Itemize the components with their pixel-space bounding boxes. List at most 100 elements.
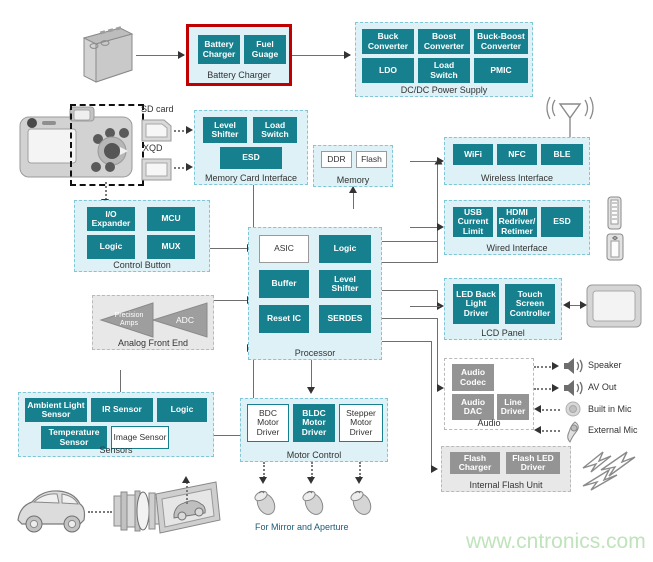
processor-to-motor-line	[311, 360, 312, 388]
xqd-arrow	[186, 162, 193, 171]
external-mic-arrow	[534, 425, 541, 434]
block-logic-processor[interactable]: Logic	[319, 235, 371, 263]
block-audio-codec[interactable]: Audio Codec	[452, 364, 494, 391]
group-wired-interface[interactable]: USB Current Limit HDMI Redriver/ Retimer…	[444, 200, 590, 255]
speaker-line	[534, 366, 554, 368]
group-battery-charger[interactable]: Battery Charger Fuel Guage Battery Charg…	[186, 24, 292, 86]
block-bdc-motor-driver[interactable]: BDC Motor Driver	[247, 404, 289, 442]
motor-icon-3	[348, 489, 376, 517]
group-motor-control[interactable]: BDC Motor Driver BLDC Motor Driver Stepp…	[240, 398, 388, 462]
block-load-switch-card[interactable]: Load Switch	[253, 117, 297, 143]
charger-to-power-arrow	[344, 50, 351, 59]
car-to-lens-line	[88, 511, 112, 513]
speaker-label: Speaker	[588, 360, 622, 370]
block-audio-dac[interactable]: Audio DAC	[452, 394, 494, 420]
group-memory[interactable]: DDR Flash Memory	[313, 145, 393, 187]
av-out-arrow	[552, 383, 559, 392]
sensors-up-line	[120, 370, 121, 392]
group-label-processor: Processor	[294, 348, 336, 358]
external-mic-label: External Mic	[588, 425, 638, 435]
group-memory-card-interface[interactable]: Level Shifter Load Switch ESD Memory Car…	[194, 110, 308, 185]
motor-icon-2	[300, 489, 328, 517]
block-asic[interactable]: ASIC	[259, 235, 309, 263]
block-ir-sensor[interactable]: IR Sensor	[91, 398, 153, 422]
block-usb-current-limit[interactable]: USB Current Limit	[453, 207, 493, 237]
wired-feed-line	[410, 227, 440, 228]
group-wireless-interface[interactable]: WiFi NFC BLE Wireless Interface	[444, 137, 590, 185]
block-precision-amps-label: Precision Amps	[114, 312, 144, 327]
block-wifi[interactable]: WiFi	[453, 144, 493, 165]
group-label-motor-control: Motor Control	[286, 450, 342, 460]
block-buck-converter[interactable]: Buck Converter	[362, 29, 414, 54]
motor-line-1	[263, 462, 265, 478]
group-lcd-panel[interactable]: LED Back Light Driver Touch Screen Contr…	[444, 278, 562, 340]
sd-card-label: SD card	[141, 104, 174, 114]
group-label-sensors: Sensors	[99, 445, 133, 455]
block-ambient-light-sensor[interactable]: Ambient Light Sensor	[25, 398, 87, 422]
group-label-wired-interface: Wired Interface	[486, 243, 548, 253]
motor-line-3	[359, 462, 361, 478]
block-mux[interactable]: MUX	[147, 235, 195, 259]
block-nfc[interactable]: NFC	[497, 144, 537, 165]
block-esd-card[interactable]: ESD	[220, 147, 282, 169]
block-adc-label: ADC	[176, 315, 194, 325]
group-internal-flash-unit[interactable]: Flash Charger Flash LED Driver Internal …	[441, 446, 571, 492]
block-buffer[interactable]: Buffer	[259, 270, 309, 298]
block-io-expander[interactable]: I/O Expander	[87, 207, 135, 231]
block-load-switch-power[interactable]: Load Switch	[418, 58, 470, 83]
block-mcu[interactable]: MCU	[147, 207, 195, 231]
sd-card-arrow	[186, 125, 193, 134]
block-fuel-gauge[interactable]: Fuel Guage	[244, 35, 286, 64]
processor-out-flash	[382, 341, 432, 342]
block-reset-ic[interactable]: Reset IC	[259, 305, 309, 333]
block-ldo[interactable]: LDO	[362, 58, 414, 83]
block-hdmi-redriver[interactable]: HDMI Redriver/ Retimer	[497, 207, 537, 237]
group-sensors[interactable]: Ambient Light Sensor IR Sensor Logic Tem…	[18, 392, 214, 457]
block-flash-memory[interactable]: Flash	[356, 151, 387, 168]
block-esd-wired[interactable]: ESD	[541, 207, 583, 237]
block-bldc-motor-driver[interactable]: BLDC Motor Driver	[293, 404, 335, 442]
group-power-supply[interactable]: Buck Converter Boost Converter Buck-Boos…	[355, 22, 533, 97]
block-touch-screen-controller[interactable]: Touch Screen Controller	[505, 284, 555, 324]
motor-arrow-3	[354, 477, 363, 484]
lcd-display-icon	[586, 284, 644, 330]
block-stepper-motor-driver[interactable]: Stepper Motor Driver	[339, 404, 383, 442]
usb-micro-connector-icon	[604, 232, 626, 262]
block-flash-charger[interactable]: Flash Charger	[450, 452, 500, 474]
memory-to-processor-arrow	[348, 186, 357, 193]
camera-to-control-line	[105, 182, 107, 200]
block-line-driver[interactable]: Line Driver	[497, 394, 529, 420]
processor-to-wired-arrow	[437, 222, 444, 231]
group-audio[interactable]: Audio Codec Audio DAC Line Driver Audio	[444, 358, 534, 430]
block-flash-led-driver[interactable]: Flash LED Driver	[506, 452, 560, 474]
group-control-button[interactable]: I/O Expander MCU Logic MUX Control Butto…	[74, 200, 210, 272]
lcd-to-display-arrow-left	[563, 300, 570, 309]
processor-to-flash-arrow	[431, 464, 438, 473]
block-battery-charger[interactable]: Battery Charger	[198, 35, 240, 64]
group-label-memory-card-interface: Memory Card Interface	[204, 173, 298, 183]
motor-arrow-1	[258, 477, 267, 484]
sd-card-icon	[140, 116, 174, 144]
block-buck-boost-converter[interactable]: Buck-Boost Converter	[474, 29, 528, 54]
processor-riser-flash	[431, 341, 432, 469]
group-label-wireless-interface: Wireless Interface	[480, 173, 554, 183]
block-level-shifter-processor[interactable]: Level Shifter	[319, 270, 371, 298]
block-ddr[interactable]: DDR	[321, 151, 352, 168]
block-boost-converter[interactable]: Boost Converter	[418, 29, 470, 54]
av-out-line	[534, 388, 554, 390]
block-pmic[interactable]: PMIC	[474, 58, 528, 83]
camera-selection-box	[70, 104, 144, 186]
block-serdes[interactable]: SERDES	[319, 305, 371, 333]
built-in-mic-label: Built in Mic	[588, 404, 632, 414]
block-led-backlight-driver[interactable]: LED Back Light Driver	[453, 284, 499, 324]
group-processor[interactable]: ASIC Logic Buffer Level Shifter Reset IC…	[248, 227, 382, 360]
block-logic-control[interactable]: Logic	[87, 235, 135, 259]
block-ble[interactable]: BLE	[541, 144, 583, 165]
group-analog-front-end[interactable]: Precision Amps ADC Analog Front End	[92, 295, 214, 350]
speaker-icon	[562, 356, 586, 376]
processor-out-lcd	[382, 290, 438, 291]
block-logic-sensors[interactable]: Logic	[157, 398, 207, 422]
block-level-shifter-card[interactable]: Level Shifter	[203, 117, 247, 143]
processor-out-audio	[382, 318, 438, 319]
group-label-internal-flash-unit: Internal Flash Unit	[469, 480, 543, 490]
